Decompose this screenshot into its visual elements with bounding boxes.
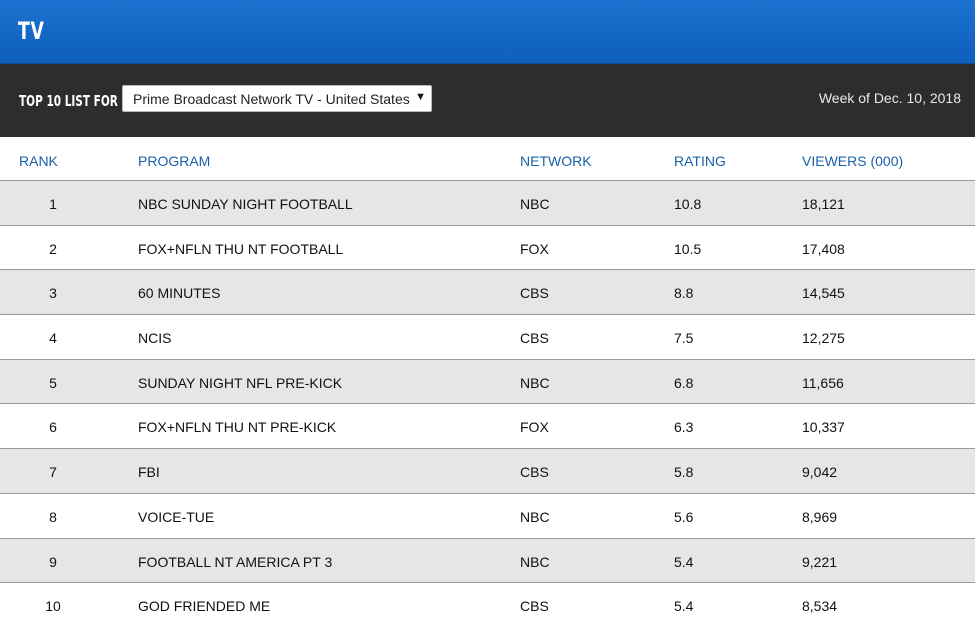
program-cell: 60 MINUTES: [138, 285, 221, 302]
network-cell: CBS: [520, 464, 549, 481]
rank-cell: 3: [49, 285, 57, 302]
market-select-value: Prime Broadcast Network TV - United Stat…: [133, 91, 410, 107]
viewers-cell: 9,042: [802, 464, 838, 481]
network-cell: NBC: [520, 196, 550, 212]
network-cell: CBS: [520, 285, 549, 302]
network-cell: NBC: [520, 508, 550, 525]
viewers-cell: 8,969: [802, 508, 838, 525]
table-row: 6 FOX+NFLN THU NT PRE-KICK FOX 6.3 10,337: [0, 404, 975, 450]
column-header-network[interactable]: NETWORK: [520, 153, 592, 169]
rank-cell: 6: [49, 419, 57, 436]
rating-cell: 8.8: [674, 285, 694, 302]
table-row: 3 60 MINUTES CBS 8.8 14,545: [0, 270, 975, 316]
rank-cell: 1: [49, 196, 57, 212]
network-cell: CBS: [520, 330, 549, 347]
viewers-cell: 11,656: [802, 374, 844, 391]
rank-cell: 7: [49, 464, 57, 481]
rank-cell: 9: [49, 553, 57, 570]
rating-cell: 5.8: [674, 464, 694, 481]
column-header-viewers[interactable]: VIEWERS (000): [802, 153, 903, 169]
rating-cell: 6.8: [674, 374, 694, 391]
rating-cell: 6.3: [674, 419, 694, 436]
program-cell: FOOTBALL NT AMERICA PT 3: [138, 553, 333, 570]
table-body: 1 NBC SUNDAY NIGHT FOOTBALL NBC 10.8 18,121 2…: [0, 181, 975, 628]
viewers-cell: 14,545: [802, 285, 845, 302]
column-header-rank[interactable]: RANK: [19, 153, 58, 169]
program-cell: SUNDAY NIGHT NFL PRE-KICK: [138, 374, 343, 391]
network-cell: CBS: [520, 598, 549, 615]
program-cell: FBI: [138, 464, 160, 481]
column-header-program[interactable]: PROGRAM: [138, 153, 210, 169]
title-bar: TV: [0, 0, 975, 64]
rank-cell: 2: [49, 240, 57, 257]
filter-bar: TOP 10 LIST FOR Prime Broadcast Network …: [0, 64, 975, 137]
rank-cell: 4: [49, 330, 57, 347]
week-label: Week of Dec. 10, 2018: [818, 90, 961, 106]
network-cell: FOX: [520, 419, 549, 436]
filter-label: TOP 10 LIST FOR: [19, 92, 118, 110]
viewers-cell: 18,121: [802, 196, 845, 212]
network-cell: NBC: [520, 374, 550, 391]
rating-cell: 5.6: [674, 508, 694, 525]
triangle-down-icon: ▼: [415, 91, 426, 103]
top10-table: RANK PROGRAM NETWORK RATING VIEWERS (000…: [0, 137, 975, 628]
program-cell: GOD FRIENDED ME: [138, 598, 271, 615]
viewers-cell: 8,534: [802, 598, 838, 615]
rating-cell: 5.4: [674, 553, 694, 570]
table-row: 7 FBI CBS 5.8 9,042: [0, 449, 975, 494]
table-header: RANK PROGRAM NETWORK RATING VIEWERS (000…: [0, 137, 975, 181]
table-row: 9 FOOTBALL NT AMERICA PT 3 NBC 5.4 9,221: [0, 538, 975, 584]
program-cell: FOX+NFLN THU NT FOOTBALL: [138, 240, 344, 257]
viewers-cell: 12,275: [802, 330, 845, 347]
program-cell: NBC SUNDAY NIGHT FOOTBALL: [138, 196, 353, 212]
rank-cell: 5: [49, 374, 57, 391]
program-cell: FOX+NFLN THU NT PRE-KICK: [138, 419, 337, 436]
table-row: 2 FOX+NFLN THU NT FOOTBALL FOX 10.5 17,408: [0, 225, 975, 271]
table-row: 4 NCIS CBS 7.5 12,275: [0, 315, 975, 360]
program-cell: NCIS: [138, 330, 172, 347]
network-cell: FOX: [520, 240, 549, 257]
viewers-cell: 10,337: [802, 419, 845, 436]
rating-cell: 7.5: [674, 330, 694, 347]
table-row: 5 SUNDAY NIGHT NFL PRE-KICK NBC 6.8 11,656: [0, 359, 975, 405]
rank-cell: 8: [49, 508, 57, 525]
viewers-cell: 17,408: [802, 240, 845, 257]
page-title: TV: [18, 17, 45, 45]
market-select[interactable]: Prime Broadcast Network TV - United Stat…: [122, 85, 432, 112]
rating-cell: 10.8: [674, 196, 702, 212]
rating-cell: 5.4: [674, 598, 694, 615]
viewers-cell: 9,221: [802, 553, 838, 570]
program-cell: VOICE-TUE: [138, 508, 215, 525]
rating-cell: 10.5: [674, 240, 702, 257]
column-header-rating[interactable]: RATING: [674, 153, 726, 169]
table-row: 10 GOD FRIENDED ME CBS 5.4 8,534: [0, 583, 975, 628]
network-cell: NBC: [520, 553, 550, 570]
rank-cell: 10: [45, 598, 61, 615]
table-row: 1 NBC SUNDAY NIGHT FOOTBALL NBC 10.8 18,121: [0, 181, 975, 226]
table-row: 8 VOICE-TUE NBC 5.6 8,969: [0, 493, 975, 539]
